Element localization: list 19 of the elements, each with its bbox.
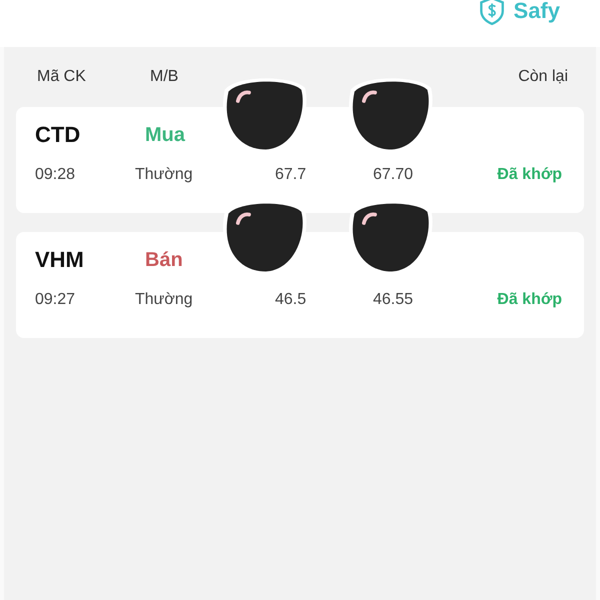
order-status: Đã khớp: [497, 291, 562, 309]
order-side: Bán: [145, 248, 184, 272]
stock-symbol: CTD: [35, 122, 82, 148]
order-price: 46.5: [274, 291, 308, 309]
column-header: Còn lại: [518, 68, 568, 87]
shield-dollar-icon: [478, 0, 506, 26]
column-header: M/B: [150, 68, 178, 87]
order-time: 09:28: [35, 166, 76, 184]
order-type: Thường: [135, 291, 194, 309]
order-type: Thường: [135, 166, 194, 184]
matched-price: 46.55: [372, 291, 414, 309]
order-price: 67.7: [274, 166, 308, 184]
matched-price: 67.70: [372, 166, 414, 184]
order-status: Đã khớp: [497, 166, 562, 184]
order-time: 09:27: [35, 291, 76, 309]
brand-name: Safy: [514, 0, 560, 24]
order-side: Mua: [145, 124, 186, 146]
stock-symbol: VHM: [35, 247, 85, 273]
column-header: Mã CK: [37, 68, 87, 87]
